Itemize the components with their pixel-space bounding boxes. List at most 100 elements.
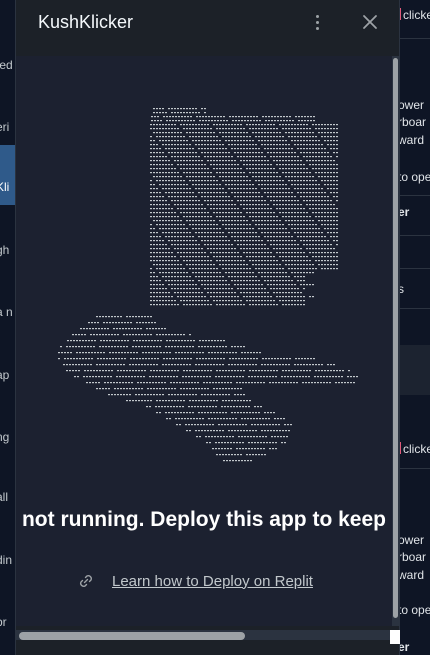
learn-deploy-link[interactable]: Learn how to Deploy on Replit: [112, 573, 313, 590]
ascii-art-mark: [270, 164, 272, 166]
ascii-art-mark: [291, 196, 293, 198]
ascii-art-mark: [215, 448, 217, 450]
ascii-art-mark: [98, 376, 100, 378]
ascii-art-mark: [201, 132, 203, 134]
ascii-art-mark: [192, 128, 194, 130]
more-vertical-icon[interactable]: [307, 11, 329, 33]
learn-link-row[interactable]: Learn how to Deploy on Replit: [78, 571, 313, 591]
ascii-art-mark: [171, 216, 173, 218]
ascii-art-mark: [306, 260, 308, 262]
ascii-art-mark: [300, 364, 302, 366]
ascii-art-mark: [222, 208, 224, 210]
ascii-art-mark: [195, 296, 197, 298]
ascii-art-mark: [223, 116, 225, 118]
ascii-art-mark: [258, 240, 260, 242]
ascii-art-mark: [240, 346, 242, 348]
ascii-art-mark: [165, 276, 167, 278]
horizontal-scrollbar-thumb[interactable]: [19, 632, 245, 640]
ascii-art-mark: [202, 352, 204, 354]
ascii-art-mark: [117, 364, 119, 366]
ascii-art-mark: [279, 224, 281, 226]
ascii-art-mark: [201, 212, 203, 214]
ascii-art-mark: [186, 220, 188, 222]
ascii-art-mark: [171, 124, 173, 126]
ascii-art-mark: [159, 288, 161, 290]
vertical-scrollbar-thumb[interactable]: [393, 58, 398, 618]
ascii-art-mark: [276, 364, 278, 366]
ascii-art-mark: [158, 376, 160, 378]
ascii-art-mark: [145, 352, 147, 354]
ascii-art-mark: [198, 204, 200, 206]
ascii-art-mark: [246, 454, 248, 456]
ascii-art-mark: [240, 144, 242, 146]
ascii-art-mark: [246, 184, 248, 186]
ascii-art-mark: [192, 184, 194, 186]
ascii-art-mark: [222, 264, 224, 266]
ascii-art-mark: [285, 220, 287, 222]
ascii-art-mark: [231, 136, 233, 138]
ascii-art-mark: [180, 220, 182, 222]
ascii-art-mark: [109, 352, 111, 354]
ascii-art-mark: [83, 376, 85, 378]
ascii-art-mark: [168, 260, 170, 262]
ascii-art-mark: [336, 256, 338, 258]
ascii-art-mark: [291, 208, 293, 210]
ascii-art-mark: [201, 236, 203, 238]
ascii-art-mark: [188, 376, 190, 378]
ascii-art-mark: [267, 204, 269, 206]
ascii-art-mark: [154, 120, 156, 122]
ascii-art-mark: [171, 244, 173, 246]
ascii-art-mark: [162, 160, 164, 162]
ascii-art-mark: [92, 328, 94, 330]
ascii-art-mark: [120, 346, 122, 348]
ascii-art-mark: [213, 212, 215, 214]
ascii-art-mark: [129, 388, 131, 390]
ascii-art-mark: [192, 264, 194, 266]
ascii-art-mark: [231, 208, 233, 210]
ascii-art-mark: [212, 448, 214, 450]
close-icon[interactable]: [359, 11, 381, 33]
ascii-art-mark: [150, 172, 152, 174]
ascii-art-mark: [273, 172, 275, 174]
ascii-art-mark: [185, 424, 187, 426]
ascii-art-mark: [225, 152, 227, 154]
ascii-art-mark: [150, 136, 152, 138]
ascii-art-mark: [234, 370, 236, 372]
ascii-art-mark: [210, 248, 212, 250]
ascii-art-mark: [247, 436, 249, 438]
ascii-art-mark: [243, 224, 245, 226]
ascii-art-mark: [190, 340, 192, 342]
ascii-art-mark: [246, 252, 248, 254]
ascii-art-mark: [174, 244, 176, 246]
ascii-art-mark: [186, 292, 188, 294]
ascii-art-mark: [91, 322, 93, 324]
ascii-art-mark: [246, 196, 248, 198]
ascii-art-mark: [227, 424, 229, 426]
ascii-art-mark: [252, 192, 254, 194]
ascii-art-mark: [318, 128, 320, 130]
ascii-art-mark: [273, 192, 275, 194]
ascii-art-mark: [171, 164, 173, 166]
ascii-art-mark: [199, 418, 201, 420]
ascii-art-mark: [186, 112, 188, 114]
ascii-art-mark: [246, 240, 248, 242]
ascii-art-mark: [187, 116, 189, 118]
ascii-art-mark: [72, 370, 74, 372]
ascii-art-mark: [213, 144, 215, 146]
ascii-art-mark: [162, 144, 164, 146]
ascii-art-mark: [267, 292, 269, 294]
ascii-art-mark: [123, 370, 125, 372]
ascii-art-mark: [273, 168, 275, 170]
ascii-art-mark: [232, 358, 234, 360]
ascii-art-mark: [189, 288, 191, 290]
ascii-art-mark: [255, 196, 257, 198]
ascii-art-mark: [175, 340, 177, 342]
ascii-art-mark: [291, 280, 293, 282]
ascii-art-mark: [210, 220, 212, 222]
ascii-art-mark: [153, 140, 155, 142]
ascii-art-mark: [269, 376, 271, 378]
ascii-art-mark: [102, 388, 104, 390]
ascii-art-mark: [180, 212, 182, 214]
ascii-art-mark: [96, 388, 98, 390]
ascii-art-mark: [324, 252, 326, 254]
